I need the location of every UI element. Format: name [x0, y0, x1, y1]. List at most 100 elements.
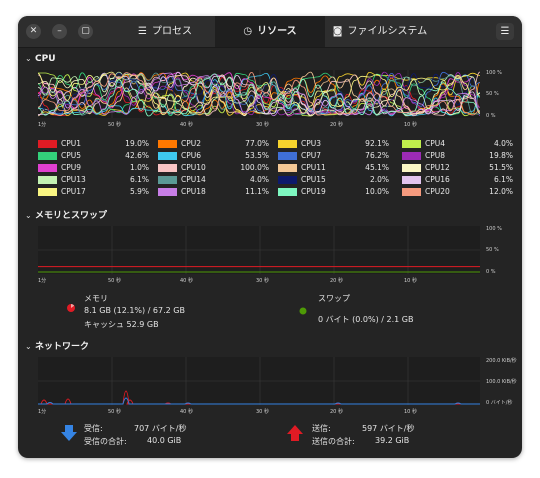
- cpu-legend-item[interactable]: CPU12 51.5%: [402, 163, 522, 173]
- download-arrow-shape: [61, 425, 77, 441]
- network-graph: [38, 357, 480, 405]
- cpu-title: CPU: [35, 54, 56, 64]
- cpu-name: CPU14: [181, 175, 206, 184]
- cpu-usage-value: 45.1%: [365, 163, 389, 172]
- cpu-usage-value: 19.8%: [489, 151, 513, 160]
- cpu-usage-value: 12.0%: [489, 187, 513, 196]
- cpu-color-swatch[interactable]: [402, 140, 421, 148]
- cpu-name: CPU17: [61, 187, 86, 196]
- memory-section-header[interactable]: ⌄ メモリとスワップ: [25, 208, 107, 221]
- cpu-legend-item[interactable]: CPU11 45.1%: [278, 163, 398, 173]
- cpu-legend-item[interactable]: CPU19 10.0%: [278, 187, 398, 197]
- cpu-legend-item[interactable]: CPU17 5.9%: [38, 187, 158, 197]
- cpu-color-swatch[interactable]: [158, 188, 177, 196]
- network-send-line: [38, 390, 480, 405]
- recv-value: 707 バイト/秒: [134, 424, 187, 433]
- recv-total-value: 40.0 GiB: [147, 436, 182, 445]
- cpu-color-swatch[interactable]: [278, 176, 297, 184]
- cpu-usage-value: 5.9%: [129, 187, 149, 196]
- cpu-usage-value: 19.0%: [125, 139, 149, 148]
- cpu-xtick: 10 秒: [404, 122, 417, 128]
- cpu-legend: CPU1 19.0% CPU2 77.0% CPU3 92.1% CPU4 4.0% CPU5 4…: [38, 139, 513, 199]
- maximize-icon[interactable]: ▢: [78, 24, 93, 39]
- cpu-color-swatch[interactable]: [38, 152, 57, 160]
- cpu-usage-value: 6.1%: [129, 175, 149, 184]
- cpu-color-swatch[interactable]: [158, 164, 177, 172]
- memory-title: メモリとスワップ: [35, 211, 108, 221]
- cpu-usage-value: 76.2%: [365, 151, 389, 160]
- cpu-usage-value: 1.0%: [129, 163, 149, 172]
- cpu-xtick: 30 秒: [256, 122, 269, 128]
- cpu-legend-item[interactable]: CPU18 11.1%: [158, 187, 278, 197]
- cpu-legend-item[interactable]: CPU5 42.6%: [38, 151, 158, 161]
- cpu-color-swatch[interactable]: [158, 140, 177, 148]
- cpu-name: CPU3: [301, 139, 322, 148]
- cpu-color-swatch[interactable]: [278, 140, 297, 148]
- cpu-name: CPU13: [61, 175, 86, 184]
- cpu-legend-item[interactable]: CPU20 12.0%: [402, 187, 522, 197]
- net-ytick-200: 200.0 KiB/秒: [486, 358, 517, 364]
- network-section-header[interactable]: ⌄ ネットワーク: [25, 339, 89, 352]
- header-bar: ✕ – ▢ ☰ プロセス ◷ リソース ◙ ファイルシステム ☰: [18, 16, 522, 48]
- cpu-legend-item[interactable]: CPU4 4.0%: [402, 139, 522, 149]
- memory-graph-canvas: [38, 226, 480, 274]
- cpu-legend-item[interactable]: CPU10 100.0%: [158, 163, 278, 173]
- net-xtick: 10 秒: [404, 409, 417, 415]
- cpu-color-swatch[interactable]: [38, 188, 57, 196]
- cpu-xtick: 40 秒: [180, 122, 193, 128]
- cpu-legend-item[interactable]: CPU2 77.0%: [158, 139, 278, 149]
- cpu-name: CPU2: [181, 139, 202, 148]
- send-value: 597 バイト/秒: [362, 424, 415, 433]
- cpu-series-line: [38, 73, 480, 117]
- download-arrow-icon: [61, 425, 77, 441]
- cpu-legend-item[interactable]: CPU3 92.1%: [278, 139, 398, 149]
- cpu-legend-item[interactable]: CPU1 19.0%: [38, 139, 158, 149]
- cpu-usage-value: 11.1%: [245, 187, 269, 196]
- cpu-xtick: 20 秒: [330, 122, 343, 128]
- cpu-usage-value: 51.5%: [489, 163, 513, 172]
- send-total-value: 39.2 GiB: [375, 436, 410, 445]
- network-recv-line: [38, 397, 480, 405]
- cache-value: キャッシュ 52.9 GB: [84, 320, 159, 329]
- system-monitor-window: ✕ – ▢ ☰ プロセス ◷ リソース ◙ ファイルシステム ☰ ⌄ CPU 100 %…: [18, 16, 522, 458]
- cpu-legend-item[interactable]: CPU14 4.0%: [158, 175, 278, 185]
- tab-filesystems[interactable]: ◙ ファイルシステム: [325, 16, 435, 47]
- memory-graph: [38, 226, 480, 274]
- cpu-usage-value: 42.6%: [125, 151, 149, 160]
- net-xtick: 30 秒: [256, 409, 269, 415]
- cpu-color-swatch[interactable]: [158, 152, 177, 160]
- cpu-section-header[interactable]: ⌄ CPU: [25, 54, 56, 64]
- upload-arrow-icon: [287, 425, 303, 441]
- cpu-legend-item[interactable]: CPU13 6.1%: [38, 175, 158, 185]
- send-label: 送信:: [312, 424, 331, 433]
- cpu-color-swatch[interactable]: [38, 176, 57, 184]
- net-xtick: 40 秒: [180, 409, 193, 415]
- cpu-legend-item[interactable]: CPU6 53.5%: [158, 151, 278, 161]
- cpu-legend-item[interactable]: CPU9 1.0%: [38, 163, 158, 173]
- mem-ytick-0: 0 %: [486, 269, 496, 275]
- cpu-color-swatch[interactable]: [38, 140, 57, 148]
- cpu-color-swatch[interactable]: [402, 176, 421, 184]
- cpu-color-swatch[interactable]: [402, 188, 421, 196]
- cpu-legend-item[interactable]: CPU8 19.8%: [402, 151, 522, 161]
- cpu-color-swatch[interactable]: [278, 164, 297, 172]
- cpu-name: CPU9: [61, 163, 82, 172]
- tab-processes[interactable]: ☰ プロセス: [115, 16, 215, 47]
- net-xtick: 1分: [38, 409, 47, 415]
- menu-button[interactable]: ☰: [496, 23, 514, 40]
- disk-icon: ◙: [332, 26, 343, 37]
- tab-resources[interactable]: ◷ リソース: [215, 16, 325, 47]
- cpu-color-swatch[interactable]: [402, 164, 421, 172]
- minimize-icon[interactable]: –: [52, 24, 67, 39]
- cpu-color-swatch[interactable]: [402, 152, 421, 160]
- cpu-color-swatch[interactable]: [278, 188, 297, 196]
- cpu-color-swatch[interactable]: [278, 152, 297, 160]
- cpu-legend-item[interactable]: CPU16 6.1%: [402, 175, 522, 185]
- cpu-legend-item[interactable]: CPU7 76.2%: [278, 151, 398, 161]
- close-icon[interactable]: ✕: [26, 24, 41, 39]
- cpu-legend-item[interactable]: CPU15 2.0%: [278, 175, 398, 185]
- cpu-color-swatch[interactable]: [158, 176, 177, 184]
- cpu-color-swatch[interactable]: [38, 164, 57, 172]
- cpu-name: CPU6: [181, 151, 202, 160]
- cpu-name: CPU10: [181, 163, 206, 172]
